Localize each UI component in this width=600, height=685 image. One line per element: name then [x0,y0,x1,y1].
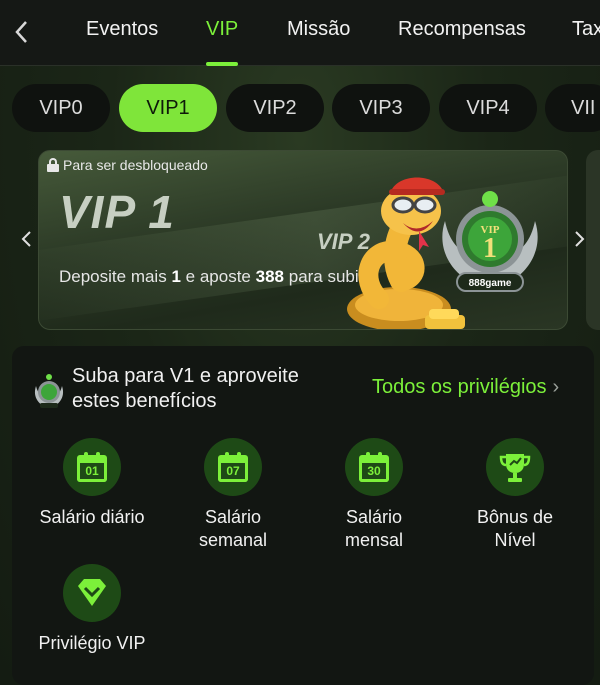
chevron-right-icon: › [552,376,560,398]
vip-crest-icon [34,374,64,408]
deposit-prefix: Deposite mais [59,267,167,286]
tab-tax[interactable]: Tax [572,18,600,41]
privileges-card: Suba para V1 e aproveite estes benefício… [12,346,594,685]
top-navigation: Eventos VIP Missão Recompensas Tax [0,0,600,66]
level-pill-vip3[interactable]: VIP3 [332,84,430,132]
benefit-monthly-salary[interactable]: 30 Salário mensal [304,438,444,552]
privileges-heading: Suba para V1 e aproveite estes benefício… [72,365,299,412]
all-privileges-link[interactable]: Todos os privilégios › [372,376,559,399]
benefit-daily-salary[interactable]: 01 Salário diário [22,438,162,529]
benefit-label: Bônus de Nível [476,507,554,550]
benefit-label: Salário diário [39,507,145,527]
diamond-icon [63,564,121,622]
benefit-weekly-salary[interactable]: 07 Salário semanal [163,438,303,552]
benefit-vip-privilege[interactable]: Privilégio VIP [22,564,162,655]
lock-status: Para ser desbloqueado [47,157,208,173]
current-level-title: VIP 1 [59,186,175,238]
prev-level-chevron-icon[interactable] [20,228,34,256]
calendar-icon: 07 [204,438,262,496]
tab-vip[interactable]: VIP [206,18,238,41]
tab-eventos[interactable]: Eventos [86,18,158,41]
svg-text:888game: 888game [469,278,512,289]
lock-label: Para ser desbloqueado [63,157,208,173]
vip-badge-icon: VIP 1 888game [442,191,538,292]
bet-amount: 388 [255,267,284,286]
level-pill-vip1[interactable]: VIP1 [119,84,217,132]
tab-recompensas[interactable]: Recompensas [398,18,526,41]
benefit-label: Salário mensal [344,507,404,550]
level-pill-vip4[interactable]: VIP4 [439,84,537,132]
upgrade-requirement: Deposite mais 1 e aposte 388 para subir [59,267,364,287]
active-tab-indicator [206,62,238,66]
deposit-amount: 1 [171,267,181,286]
benefit-level-bonus[interactable]: Bônus de Nível [445,438,585,552]
deposit-middle: e aposte [185,267,251,286]
calendar-icon: 01 [63,438,121,496]
back-chevron-icon[interactable] [12,18,36,46]
all-privileges-label: Todos os privilégios [372,376,547,398]
svg-text:1: 1 [483,233,497,264]
level-pill-vip0[interactable]: VIP0 [12,84,110,132]
next-level-chevron-icon[interactable] [572,228,586,256]
vip-level-banner: Para ser desbloqueado VIP 1 VIP 2 Deposi… [38,150,568,330]
tab-missao[interactable]: Missão [287,18,350,41]
benefit-label: Privilégio VIP [38,633,146,653]
level-pill-vip2[interactable]: VIP2 [226,84,324,132]
level-pill-vip5-partial[interactable]: VII [545,84,600,132]
benefit-label: Salário semanal [198,507,268,550]
trophy-icon [486,438,544,496]
calendar-icon: 30 [345,438,403,496]
lock-icon [47,158,59,172]
next-banner-preview [586,150,600,330]
